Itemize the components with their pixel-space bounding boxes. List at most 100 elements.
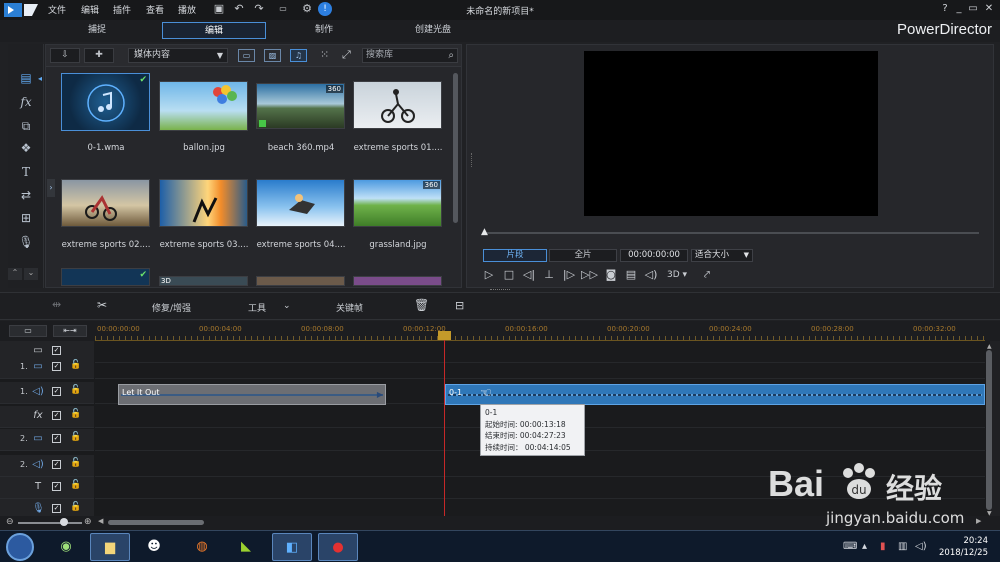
scroll-left-arrow-icon[interactable]: ◀ (98, 517, 103, 525)
menu-file[interactable]: 文件 (48, 3, 66, 16)
previous-frame-icon[interactable]: ◁| (521, 268, 537, 282)
menu-view[interactable]: 查看 (146, 3, 164, 16)
taskbar-clock[interactable]: 20:24 2018/12/25 (939, 535, 988, 559)
fast-forward-icon[interactable]: ▷▷ (581, 268, 598, 282)
seek-knob-icon[interactable]: ▲ (481, 227, 488, 237)
tab-produce[interactable]: 制作 (272, 22, 376, 39)
plugin-icon[interactable]: ✚ (84, 48, 114, 63)
pip-room-icon[interactable]: ⧉ (18, 118, 34, 134)
filter-audio-icon[interactable]: ♫ (290, 49, 307, 62)
track-row[interactable] (95, 357, 985, 379)
media-thumb-0-1-wma[interactable]: ✔ (61, 73, 150, 131)
more-options-icon[interactable]: ⊟ (455, 299, 464, 312)
stop-icon[interactable]: □ (501, 268, 517, 282)
timeline-ruler[interactable]: 00:00:00:00 00:00:04:00 00:00:08:00 00:00:1… (95, 321, 985, 341)
media-thumb-extreme-sports-04[interactable] (256, 179, 345, 227)
volume-icon[interactable]: ◁) (643, 268, 659, 282)
library-content-dropdown[interactable]: 媒体内容 ▼ (128, 48, 228, 63)
tray-volume-icon[interactable]: ◁) (915, 541, 927, 552)
track-lock-icon[interactable]: 🔓 (70, 502, 81, 512)
tray-expand-icon[interactable]: ▴ (862, 541, 867, 552)
add-to-timeline-icon[interactable]: ⇹ (52, 298, 61, 311)
menu-plugins[interactable]: 插件 (113, 3, 131, 16)
tab-create-disc[interactable]: 创建光盘 (381, 22, 485, 39)
zoom-in-icon[interactable]: ⊕ (84, 517, 92, 527)
track-enable-checkbox[interactable]: ✓ (52, 504, 61, 513)
media-thumb-ballon[interactable] (159, 81, 248, 131)
media-thumb-partial[interactable] (353, 276, 442, 286)
voiceover-room-icon[interactable]: 🎙 (18, 234, 34, 250)
zoom-slider[interactable] (18, 522, 82, 524)
media-thumb-extreme-sports-03[interactable] (159, 179, 248, 227)
play-icon[interactable]: ▷ (481, 268, 497, 282)
keyframe-button[interactable]: 关键帧 (336, 301, 363, 314)
taskbar-app-360-icon[interactable]: ◉ (46, 533, 86, 561)
menu-play[interactable]: 播放 (178, 3, 196, 16)
undo-icon[interactable]: ↶ (232, 2, 246, 16)
taskbar-powerdirector-icon[interactable]: ◧ (272, 533, 312, 561)
track-lock-icon[interactable]: 🔓 (70, 385, 81, 395)
taskbar-recorder-icon[interactable]: ● (318, 533, 358, 561)
redo-icon[interactable]: ↷ (252, 2, 266, 16)
tray-network-icon[interactable]: ▥ (898, 541, 907, 552)
media-thumb-grassland[interactable]: 360 (353, 179, 442, 227)
delete-trash-icon[interactable]: 🗑 (414, 298, 429, 312)
start-button-icon[interactable] (6, 533, 34, 561)
track-enable-checkbox[interactable]: ✓ (52, 434, 61, 443)
taskbar-app-icon[interactable]: ◣ (226, 533, 266, 561)
media-thumb-partial[interactable] (256, 276, 345, 286)
track-lock-icon[interactable]: 🔓 (70, 458, 81, 468)
media-thumb-extreme-sports-01[interactable] (353, 81, 442, 129)
menu-edit[interactable]: 编辑 (81, 3, 99, 16)
track-enable-checkbox[interactable]: ✓ (52, 482, 61, 491)
notification-icon[interactable]: ! (318, 2, 332, 16)
track-lock-icon[interactable]: 🔓 (70, 432, 81, 442)
scroll-up-arrow-icon[interactable]: ▲ (987, 343, 992, 350)
tab-edit[interactable]: 编辑 (162, 22, 266, 39)
undock-icon[interactable]: ⤤ (699, 268, 715, 282)
fix-enhance-button[interactable]: 修复/增强 (152, 301, 191, 314)
resize-handle[interactable] (490, 289, 510, 291)
expand-panel-icon[interactable]: › (47, 179, 55, 197)
media-thumb-extreme-sports-02[interactable] (61, 179, 150, 227)
next-frame-icon[interactable]: |▷ (561, 268, 577, 282)
audio-clip-0-1[interactable]: 0-1 ☜ (445, 384, 985, 405)
fit-timeline-icon[interactable]: ⇤⇥ (53, 325, 87, 337)
title-room-icon[interactable]: T (18, 164, 34, 180)
help-button[interactable]: ? (938, 2, 952, 16)
fx-room-icon[interactable]: fx (18, 94, 34, 110)
scroll-up-icon[interactable]: ⌃ (8, 268, 22, 280)
track-enable-checkbox[interactable]: ✓ (52, 362, 61, 371)
split-scissors-icon[interactable]: ✂ (97, 298, 107, 312)
media-room-icon[interactable]: ▤ (18, 70, 34, 86)
import-media-icon[interactable]: ⇩ (50, 48, 80, 63)
tray-app-icon[interactable]: ▮ (880, 541, 886, 552)
subtitle-icon[interactable]: ▤ (623, 268, 639, 282)
expand-icon[interactable]: ⤢ (342, 48, 351, 62)
transition-room-icon[interactable]: ⇄ (18, 187, 34, 203)
tray-keyboard-icon[interactable]: ⌨ (843, 541, 857, 552)
grid-view-icon[interactable]: ⁙ (320, 48, 329, 61)
aspect-ratio-icon[interactable]: ▭ (274, 2, 292, 16)
split-marker-icon[interactable]: ⊥ (541, 268, 557, 282)
library-search-input[interactable]: 搜索库 ⌕ (362, 48, 458, 63)
movie-mode-button[interactable]: 全片 (549, 249, 617, 262)
filter-image-icon[interactable]: ▨ (264, 49, 281, 62)
timeline-horizontal-scrollbar[interactable] (108, 520, 204, 525)
tab-capture[interactable]: 捕捉 (45, 22, 149, 39)
audio-clip-let-it-out[interactable]: Let It Out ▶ (118, 384, 386, 405)
taskbar-explorer-icon[interactable]: ▆ (90, 533, 130, 561)
media-thumb-partial[interactable]: ✔ (61, 268, 150, 286)
track-lock-icon[interactable]: 🔓 (70, 480, 81, 490)
tools-button[interactable]: 工具 (248, 301, 266, 314)
track-enable-checkbox[interactable]: ✓ (52, 460, 61, 469)
storyboard-view-icon[interactable]: ▭ (9, 325, 47, 337)
threed-mode-button[interactable]: 3D ▾ (665, 268, 689, 282)
filter-video-icon[interactable]: ▭ (238, 49, 255, 62)
timecode-field[interactable]: 00:00:00:00 (620, 249, 688, 262)
media-thumb-beach-360[interactable]: 360 (256, 83, 345, 129)
particle-room-icon[interactable]: ❖ (18, 140, 34, 156)
fit-size-select[interactable]: 适合大小 ▼ (691, 249, 753, 262)
snapshot-icon[interactable]: ◙ (603, 268, 619, 282)
close-button[interactable]: ✕ (982, 2, 996, 16)
